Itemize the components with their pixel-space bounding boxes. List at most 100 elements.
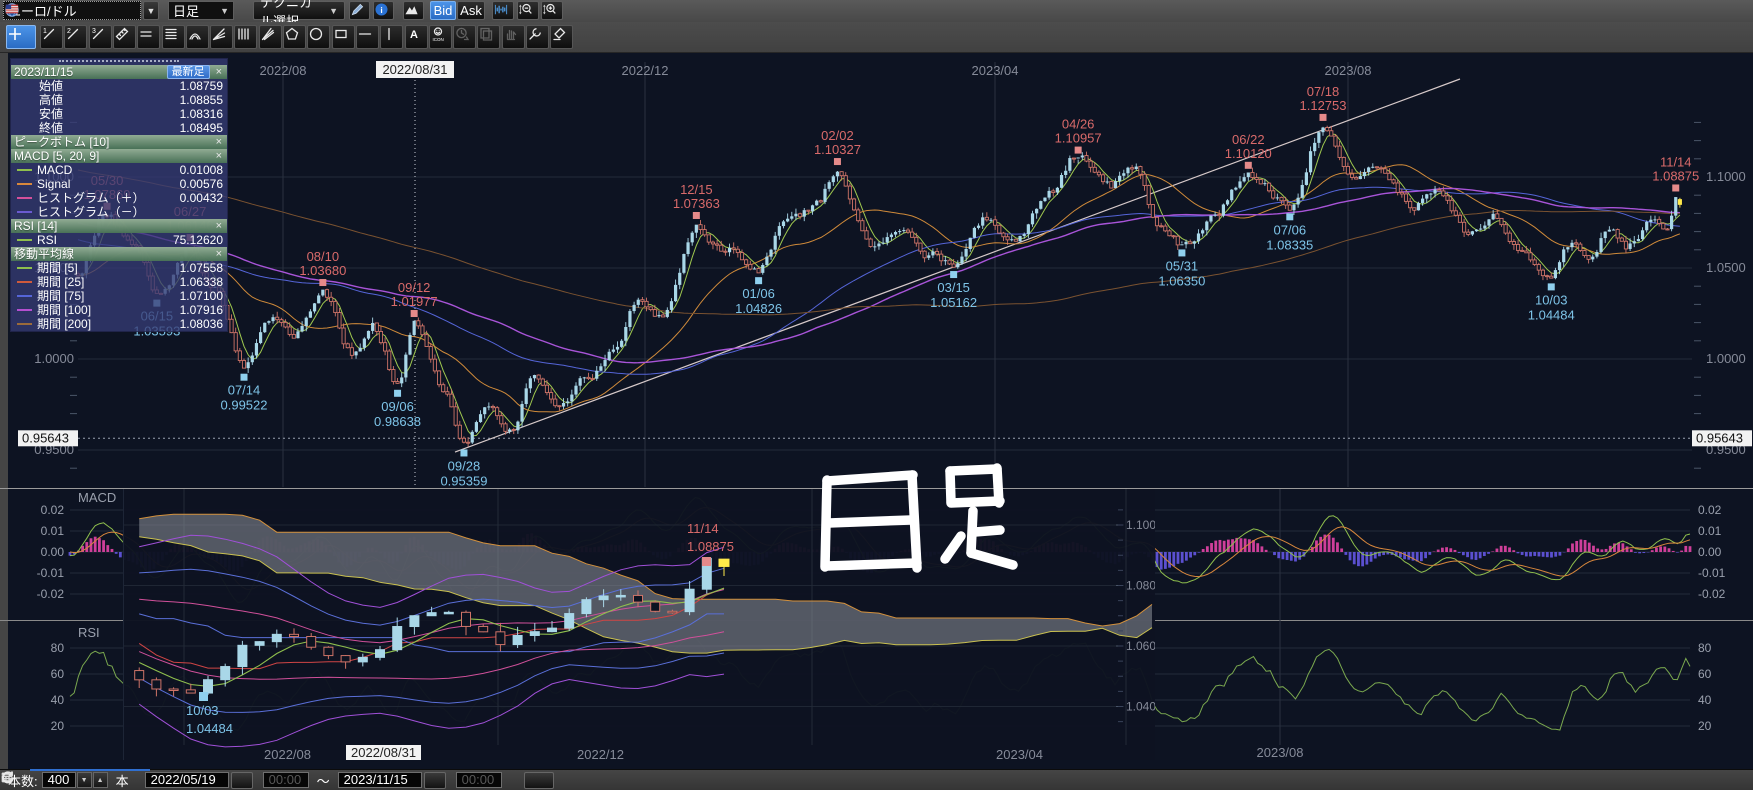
bid-toggle-button[interactable]: Bid xyxy=(430,1,456,20)
panel-row: MACD0.01008 xyxy=(11,163,227,177)
panel-section-header[interactable]: RSI [14]× xyxy=(11,219,227,233)
tool-trendline-2-button[interactable]: .s{stroke:#e9e9e9;stroke-width:1.3;fill:… xyxy=(64,25,87,49)
inset-date-marker-badge[interactable]: 2022/08/31 xyxy=(346,745,421,760)
panel-row-value: 1.08759 xyxy=(180,79,223,93)
tool-fibonacci-fan-button[interactable]: .s{stroke:#e9e9e9;stroke-width:1.3;fill:… xyxy=(210,25,233,49)
zoom-out-button[interactable] xyxy=(517,1,539,20)
chart-annotation: 04/261.10957 xyxy=(1055,117,1102,154)
svg-text:1.10120: 1.10120 xyxy=(1225,146,1272,161)
panel-row: 期間 [25]1.06338 xyxy=(11,275,227,289)
chevron-down-icon: ▼ xyxy=(220,6,229,16)
tool-settings-wrench-button[interactable]: .s{stroke:#e9e9e9;stroke-width:1.3;fill:… xyxy=(526,25,549,49)
svg-text:1.06350: 1.06350 xyxy=(1158,273,1205,288)
tool-eraser-button[interactable]: .s{stroke:#e9e9e9;stroke-width:1.3;fill:… xyxy=(550,25,573,49)
svg-text:1.08335: 1.08335 xyxy=(1266,237,1313,252)
tool-rectangle-button[interactable]: .s{stroke:#e9e9e9;stroke-width:1.3;fill:… xyxy=(332,25,355,49)
trendline-2-icon: .s{stroke:#e9e9e9;stroke-width:1.3;fill:… xyxy=(65,26,81,42)
ask-toggle-button[interactable]: Ask xyxy=(457,1,485,20)
currency-dropdown-button[interactable]: ▼ xyxy=(143,1,159,20)
panel-row: 高値1.08855 xyxy=(11,93,227,107)
close-icon[interactable]: × xyxy=(214,151,224,162)
svg-text:1.0500: 1.0500 xyxy=(1706,260,1746,275)
tool-multi-lines-button[interactable]: .s{stroke:#e9e9e9;stroke-width:1.3;fill:… xyxy=(162,25,185,49)
panel-section-header[interactable]: 2023/11/15最新足× xyxy=(11,65,227,79)
inset-chart-window[interactable]: 11/141.0887510/031.044841.10001.08001.06… xyxy=(123,489,1155,760)
chart-annotation: 07/140.99522 xyxy=(221,374,268,413)
svg-text:04/26: 04/26 xyxy=(1062,117,1095,132)
svg-text:1: 1 xyxy=(43,28,47,35)
chart-annotation: 07/181.12753 xyxy=(1300,84,1347,121)
panel-section-header[interactable]: ピークボトム [10]× xyxy=(11,135,227,149)
close-icon[interactable]: × xyxy=(214,249,224,260)
panel-row: 始値1.08759 xyxy=(11,79,227,93)
tool-ruler-button[interactable]: .s{stroke:#e9e9e9;stroke-width:1.3;fill:… xyxy=(113,25,136,49)
panel-row-value: 1.07100 xyxy=(180,289,223,303)
tool-horizontal-line-button[interactable]: .s{stroke:#e9e9e9;stroke-width:1.3;fill:… xyxy=(356,25,379,49)
tool-crosshair-button[interactable]: .s{stroke:#e9e9e9;stroke-width:1.3;fill:… xyxy=(6,25,36,49)
draw-pencil-button[interactable] xyxy=(349,1,370,20)
tool-vertical-lines-button[interactable]: .s{stroke:#e9e9e9;stroke-width:1.3;fill:… xyxy=(234,25,257,49)
close-icon[interactable]: × xyxy=(214,221,224,232)
panel-row-label: 期間 [5] xyxy=(37,261,180,275)
panel-row-label: MACD xyxy=(37,163,180,177)
technical-select-button[interactable]: テクニカル選択▼ xyxy=(253,1,345,20)
svg-text:05/31: 05/31 xyxy=(1166,258,1199,273)
chart-annotation: 08/101.03680 xyxy=(299,249,346,286)
currency-pair-selector[interactable]: ユーロ/ドル xyxy=(3,1,141,20)
close-icon[interactable]: × xyxy=(214,137,224,148)
tool-parallel-lines-button[interactable]: .s{stroke:#e9e9e9;stroke-width:1.3;fill:… xyxy=(137,25,160,49)
data-panel: 2023/11/15最新足×始値1.08759高値1.08855安値1.0831… xyxy=(10,58,228,332)
line-color-swatch xyxy=(17,169,32,171)
chart-style-button[interactable] xyxy=(403,1,424,20)
tool-fan-lines-button[interactable]: .s{stroke:#e9e9e9;stroke-width:1.3;fill:… xyxy=(259,25,282,49)
tool-pentagon-button[interactable]: .s{stroke:#e9e9e9;stroke-width:1.3;fill:… xyxy=(283,25,306,49)
svg-text:80: 80 xyxy=(1698,641,1712,655)
svg-text:1.01977: 1.01977 xyxy=(391,294,438,309)
bar-count-input[interactable]: 400 xyxy=(42,772,76,788)
date-from-input[interactable]: 2022/05/19 xyxy=(145,772,229,788)
panel-row: 期間 [75]1.07100 xyxy=(11,289,227,303)
count-increment-button[interactable]: ▲ xyxy=(93,772,108,788)
svg-text:i: i xyxy=(380,5,382,15)
parallel-lines-icon: .s{stroke:#e9e9e9;stroke-width:1.3;fill:… xyxy=(138,26,154,42)
reload-button[interactable] xyxy=(524,772,554,789)
tool-text-button[interactable]: .s{stroke:#e9e9e9;stroke-width:1.3;fill:… xyxy=(405,25,428,49)
svg-text:09/06: 09/06 xyxy=(381,399,414,414)
tool-icon-stamp-button[interactable]: .s{stroke:#e9e9e9;stroke-width:1.3;fill:… xyxy=(429,25,452,49)
chart-window-button[interactable] xyxy=(492,1,514,20)
tool-trendline-1-button[interactable]: .s{stroke:#e9e9e9;stroke-width:1.3;fill:… xyxy=(40,25,63,49)
svg-text:2022/08/31: 2022/08/31 xyxy=(382,62,447,77)
mountain-chart-icon xyxy=(404,2,419,17)
date-to-input[interactable]: 2023/11/15 xyxy=(338,772,422,788)
close-icon[interactable]: × xyxy=(214,67,224,78)
panel-row-value: 0.01008 xyxy=(180,163,223,177)
timeframe-selector[interactable]: 日足 ▼ xyxy=(168,1,234,20)
range-separator: ～ xyxy=(317,771,330,790)
calendar-from-button[interactable] xyxy=(231,772,253,789)
fan-lines-icon: .s{stroke:#e9e9e9;stroke-width:1.3;fill:… xyxy=(260,26,276,42)
tool-fibonacci-arc-button[interactable]: .s{stroke:#e9e9e9;stroke-width:1.3;fill:… xyxy=(186,25,209,49)
svg-text:0.00: 0.00 xyxy=(1698,545,1722,559)
panel-section-header[interactable]: 移動平均線× xyxy=(11,247,227,261)
calendar-to-button[interactable] xyxy=(424,772,446,789)
vertical-lines-icon: .s{stroke:#e9e9e9;stroke-width:1.3;fill:… xyxy=(235,26,251,42)
svg-text:10/03: 10/03 xyxy=(186,703,219,718)
chart-annotation: 01/061.04826 xyxy=(735,277,782,316)
svg-text:1.0000: 1.0000 xyxy=(1706,351,1746,366)
tool-trendline-3-button[interactable]: .s{stroke:#e9e9e9;stroke-width:1.3;fill:… xyxy=(89,25,112,49)
horizontal-line-icon: .s{stroke:#e9e9e9;stroke-width:1.3;fill:… xyxy=(357,26,373,42)
tool-ellipse-button[interactable]: .s{stroke:#e9e9e9;stroke-width:1.3;fill:… xyxy=(307,25,330,49)
line-color-swatch xyxy=(17,281,32,283)
latest-bar-button[interactable]: 最新足 xyxy=(167,65,210,79)
svg-text:11/14: 11/14 xyxy=(1660,154,1692,169)
zoom-in-button[interactable] xyxy=(541,1,563,20)
settings-wrench-icon: .s{stroke:#e9e9e9;stroke-width:1.3;fill:… xyxy=(527,26,543,42)
panel-row-label: 始値 xyxy=(15,79,180,93)
panel-section-header[interactable]: MACD [5, 20, 9]× xyxy=(11,149,227,163)
fibonacci-arc-icon: .s{stroke:#e9e9e9;stroke-width:1.3;fill:… xyxy=(187,26,203,42)
svg-text:11/14: 11/14 xyxy=(687,521,719,536)
info-button[interactable]: i xyxy=(373,1,394,20)
svg-text:40: 40 xyxy=(51,693,65,707)
tool-vertical-line-button[interactable]: .s{stroke:#e9e9e9;stroke-width:1.3;fill:… xyxy=(380,25,403,49)
count-decrement-button[interactable]: ▼ xyxy=(77,772,92,788)
